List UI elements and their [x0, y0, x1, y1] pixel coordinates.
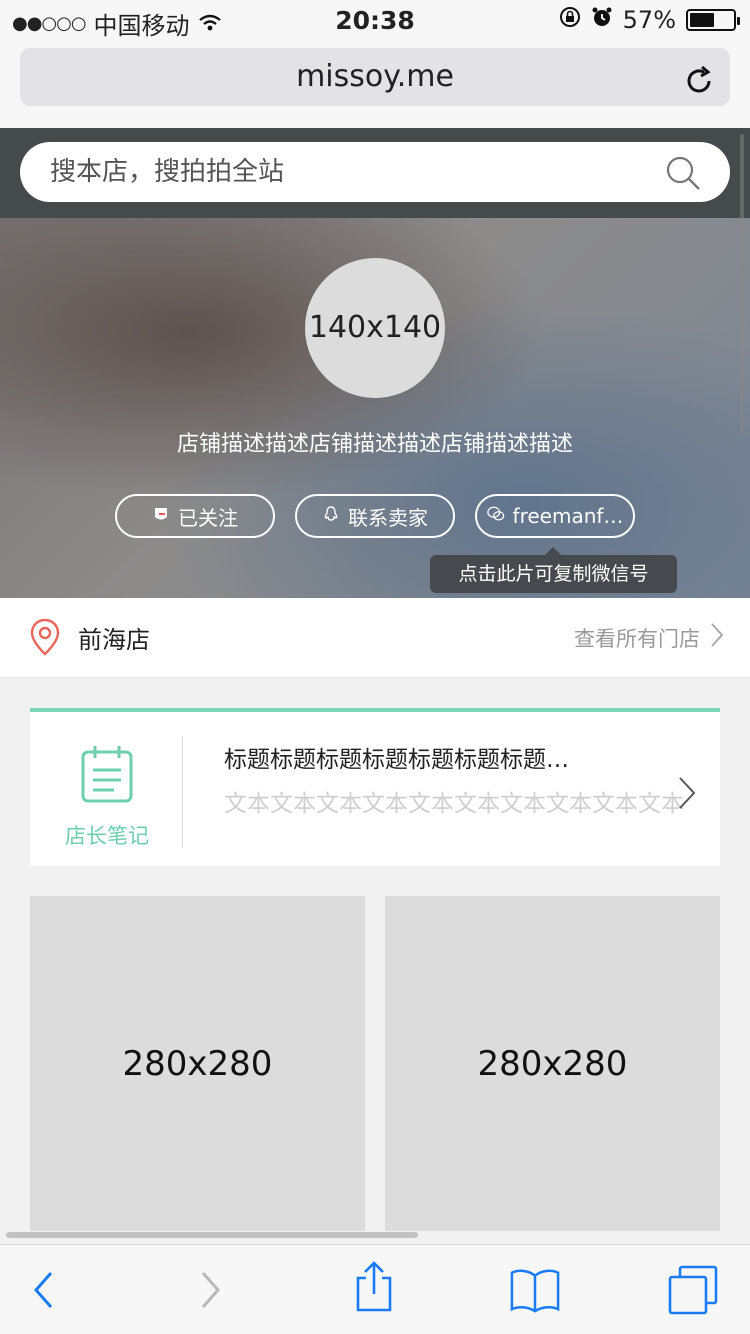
chevron-right-icon [710, 622, 724, 653]
shop-hero-banner: 140x140 店铺描述描述店铺描述描述店铺描述描述 已关注 联系卖家 free… [0, 218, 750, 598]
status-bar: ●●○○○ 中国移动 20:38 57% [0, 0, 750, 40]
alarm-icon [591, 6, 613, 34]
store-name: 前海店 [78, 626, 150, 654]
notes-title: 标题标题标题标题标题标题标题… [224, 747, 569, 773]
url-text: missoy.me [296, 59, 454, 94]
shop-description: 店铺描述描述店铺描述描述店铺描述描述 [176, 432, 573, 457]
reload-icon[interactable] [682, 60, 716, 94]
search-icon[interactable] [664, 154, 702, 192]
rotation-lock-icon [559, 6, 581, 34]
forward-icon[interactable] [186, 1265, 236, 1315]
follow-button[interactable]: 已关注 [115, 494, 275, 538]
product-image-2[interactable]: 280x280 [385, 896, 720, 1231]
manager-notes-card[interactable]: 店长笔记 标题标题标题标题标题标题标题… 文本文本文本文本文本文本文本文本文本文… [30, 708, 720, 866]
contact-seller-button[interactable]: 联系卖家 [295, 494, 455, 538]
wechat-id-button[interactable]: freemanf… [475, 494, 635, 538]
horizontal-scrollbar[interactable] [6, 1232, 418, 1238]
product-image-1[interactable]: 280x280 [30, 896, 365, 1231]
followed-icon [152, 504, 170, 528]
notepad-icon [80, 744, 134, 804]
wechat-icon [486, 504, 505, 528]
battery-percent: 57% [622, 6, 676, 34]
web-page: 搜本店，搜拍拍全站 140x140 店铺描述描述店铺描述描述店铺描述描述 已关注… [0, 128, 750, 1244]
shop-avatar[interactable]: 140x140 [305, 258, 445, 398]
copy-wechat-tooltip: 点击此片可复制微信号 [430, 547, 677, 593]
search-placeholder: 搜本店，搜拍拍全站 [50, 157, 285, 187]
search-header: 搜本店，搜拍拍全站 [0, 128, 750, 218]
store-location-row[interactable]: 前海店 查看所有门店 [0, 598, 750, 678]
qq-icon [322, 504, 340, 528]
address-bar[interactable]: missoy.me [20, 48, 730, 106]
view-all-stores-link[interactable]: 查看所有门店 [574, 622, 724, 653]
chevron-right-icon [678, 776, 696, 810]
back-icon[interactable] [18, 1265, 68, 1315]
contact-label: 联系卖家 [348, 505, 428, 530]
follow-label: 已关注 [178, 505, 238, 530]
battery-icon [686, 9, 740, 31]
location-pin-icon [30, 618, 60, 656]
wechat-id: freemanf… [512, 504, 624, 528]
share-icon[interactable] [349, 1261, 399, 1312]
notes-label: 店长笔记 [65, 824, 149, 848]
search-input[interactable]: 搜本店，搜拍拍全站 [20, 142, 730, 202]
browser-address-area: missoy.me [0, 40, 750, 128]
notes-divider [182, 736, 183, 848]
vertical-scrollbar[interactable] [740, 134, 744, 434]
view-all-stores-label: 查看所有门店 [574, 626, 700, 651]
tabs-icon[interactable] [668, 1265, 718, 1315]
notes-text: 文本文本文本文本文本文本文本文本文本文本 [224, 791, 684, 817]
browser-toolbar [0, 1244, 750, 1334]
battery-level [690, 13, 714, 27]
bookmarks-icon[interactable] [510, 1265, 560, 1315]
